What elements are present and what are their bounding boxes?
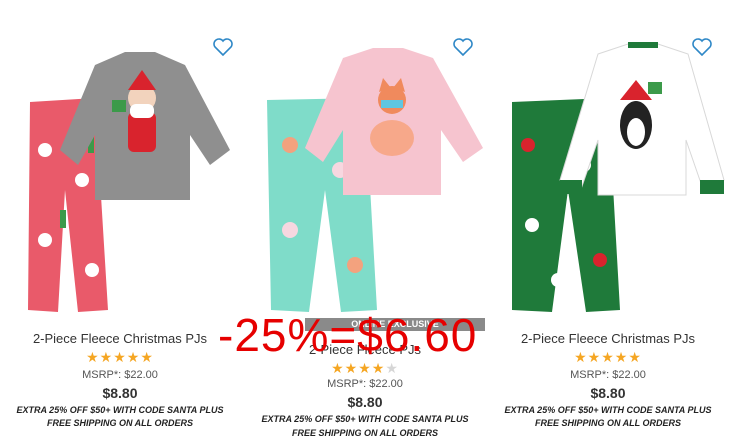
rating-stars: ★★★★★ — [86, 349, 154, 365]
heart-icon[interactable] — [453, 38, 473, 57]
shipping-text: FREE SHIPPING ON ALL ORDERS — [46, 418, 194, 428]
rating-stars: ★★★★★ — [331, 360, 399, 376]
product-image[interactable] — [245, 40, 485, 318]
sale-price: $8.80 — [102, 385, 138, 401]
msrp-price: MSRP*: $22.00 — [82, 369, 158, 381]
msrp-price: MSRP*: $22.00 — [570, 369, 646, 381]
heart-icon[interactable] — [692, 38, 712, 57]
promo-text: EXTRA 25% OFF $50+ WITH CODE SANTA PLUS — [261, 414, 469, 424]
product-card[interactable]: 2-Piece Fleece Christmas PJs ★★★★★ MSRP*… — [488, 0, 728, 440]
sale-price: $8.80 — [347, 394, 383, 410]
product-card[interactable]: ONLINE EXCLUSIVE 2-Piece Fleece PJs ★★★★… — [245, 0, 485, 440]
promo-text: EXTRA 25% OFF $50+ WITH CODE SANTA PLUS — [16, 405, 224, 415]
product-title[interactable]: 2-Piece Fleece Christmas PJs — [488, 331, 728, 346]
rating-stars: ★★★★★ — [574, 349, 642, 365]
discount-annotation: -25%=$6.60 — [218, 309, 478, 361]
product-title[interactable]: 2-Piece Fleece Christmas PJs — [0, 331, 240, 346]
shipping-text: FREE SHIPPING ON ALL ORDERS — [291, 428, 439, 438]
shipping-text: FREE SHIPPING ON ALL ORDERS — [534, 418, 682, 428]
sale-price: $8.80 — [590, 385, 626, 401]
product-image[interactable] — [488, 40, 728, 318]
heart-icon[interactable] — [213, 38, 233, 57]
product-card[interactable]: 2-Piece Fleece Christmas PJs ★★★★★ MSRP*… — [0, 0, 240, 440]
product-image[interactable] — [0, 40, 240, 318]
msrp-price: MSRP*: $22.00 — [327, 378, 403, 390]
promo-text: EXTRA 25% OFF $50+ WITH CODE SANTA PLUS — [504, 405, 712, 415]
